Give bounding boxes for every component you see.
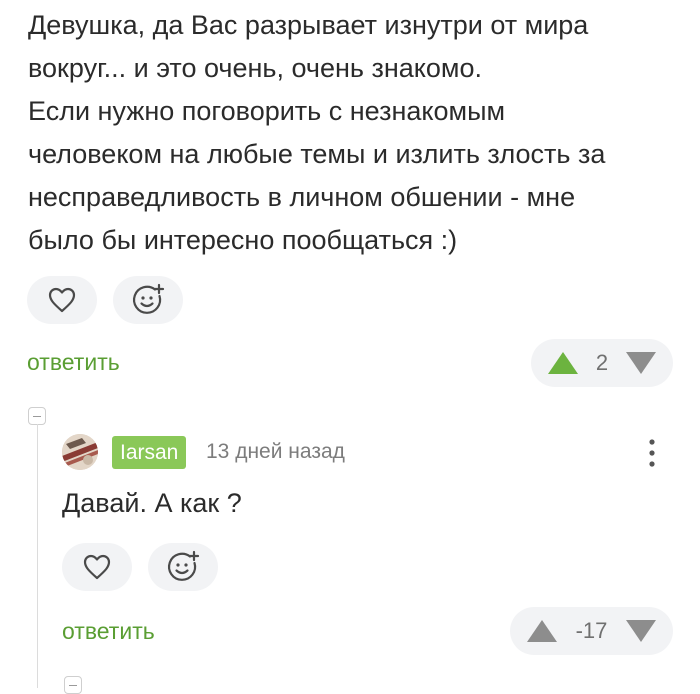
avatar-image xyxy=(62,434,98,470)
triangle-up-icon[interactable] xyxy=(526,619,558,643)
rating-score: -17 xyxy=(575,618,608,643)
comment-line: вокруг... и это очень, очень знакомо. xyxy=(28,53,482,83)
timestamp: 13 дней назад xyxy=(206,440,345,463)
triangle-up-icon[interactable] xyxy=(547,351,579,375)
comment-rating: 2 xyxy=(531,339,673,387)
comment-line: Если нужно поговорить с незнакомым xyxy=(28,96,506,126)
username-badge[interactable]: Iarsan xyxy=(112,436,187,469)
add-reaction-button[interactable] xyxy=(113,276,183,324)
rating-score: 2 xyxy=(595,350,609,375)
comment-line: было бы интересно пообщаться :) xyxy=(28,225,458,255)
smiley-add-icon xyxy=(132,283,165,314)
smiley-add-icon xyxy=(167,550,200,581)
triangle-down-icon[interactable] xyxy=(625,351,657,375)
comment-line: несправедливость в личном обшении - мне xyxy=(28,182,576,212)
reply-link[interactable]: ответить xyxy=(62,618,155,645)
reply-rating: -17 xyxy=(510,607,673,655)
comment-line: человеком на любые темы и излить злость … xyxy=(28,139,606,169)
heart-icon xyxy=(83,554,111,580)
like-button[interactable] xyxy=(62,543,132,591)
thread-line xyxy=(37,424,38,688)
collapse-minus-icon[interactable] xyxy=(64,676,82,694)
reply-body: Давай. А как ? xyxy=(62,488,242,518)
heart-icon xyxy=(48,287,76,313)
like-button[interactable] xyxy=(27,276,97,324)
comment-line: Девушка, да Вас разрывает изнутри от мир… xyxy=(28,10,589,40)
avatar[interactable] xyxy=(62,434,98,470)
reply-link[interactable]: ответить xyxy=(27,349,120,376)
collapse-minus-icon[interactable] xyxy=(28,407,46,425)
add-reaction-button[interactable] xyxy=(148,543,218,591)
vertical-dots-icon[interactable] xyxy=(642,436,662,470)
triangle-down-icon[interactable] xyxy=(625,619,657,643)
comment-body: Девушка, да Вас разрывает изнутри от мир… xyxy=(28,4,678,262)
